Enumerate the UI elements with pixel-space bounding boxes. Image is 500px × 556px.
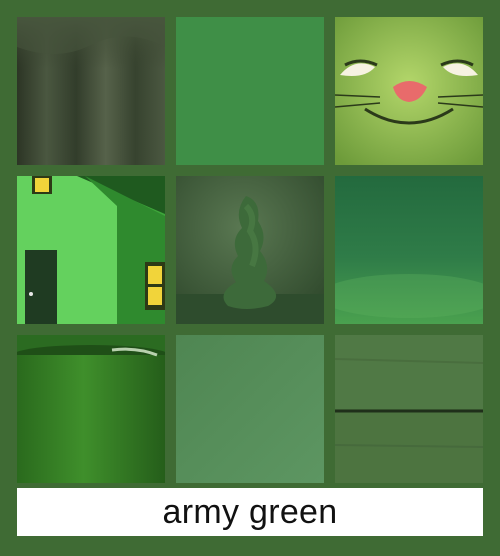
caption-box: army green <box>17 488 483 536</box>
caption-text: army green <box>162 492 338 531</box>
fabric-drape-photo <box>17 17 165 165</box>
sage-green-swatch <box>176 335 324 483</box>
green-gradient-texture <box>335 176 483 324</box>
moss-sculpture-photo <box>176 176 324 324</box>
wood-plank-photo <box>335 335 483 483</box>
cartoon-cat-face-photo <box>335 17 483 165</box>
green-mug-photo <box>17 335 165 483</box>
green-house-painting <box>17 176 165 324</box>
solid-green-swatch <box>176 17 324 165</box>
